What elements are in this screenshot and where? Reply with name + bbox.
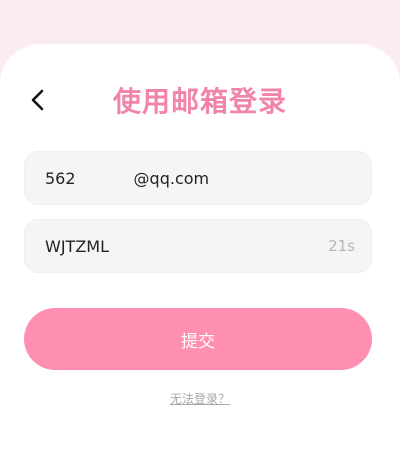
verification-code-value: WJTZML xyxy=(45,236,109,256)
resend-countdown: 21s xyxy=(328,237,355,255)
login-sheet: 使用邮箱登录 562 @qq.com WJTZML 21s 提交 无法登录？ xyxy=(0,44,400,451)
verification-code-field[interactable]: WJTZML 21s xyxy=(24,219,372,273)
cannot-login-link[interactable]: 无法登录？ xyxy=(0,390,400,407)
submit-button[interactable]: 提交 xyxy=(24,308,372,370)
email-field[interactable]: 562 @qq.com xyxy=(24,151,372,205)
login-page: 使用邮箱登录 562 @qq.com WJTZML 21s 提交 无法登录？ xyxy=(0,0,400,451)
email-suffix: @qq.com xyxy=(133,168,210,188)
page-title: 使用邮箱登录 xyxy=(112,85,287,118)
email-prefix: 562 xyxy=(45,168,76,188)
